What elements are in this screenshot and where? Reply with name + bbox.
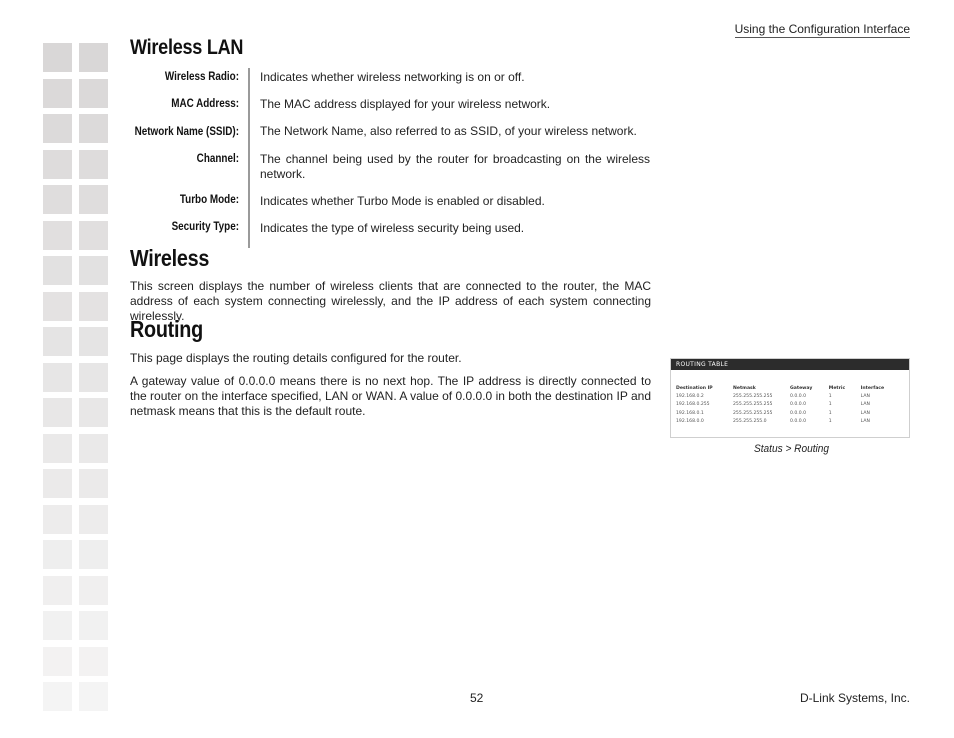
decorative-square <box>43 469 72 498</box>
decorative-square <box>79 78 108 108</box>
section-title-wireless-lan: Wireless LAN <box>130 36 244 59</box>
decorative-square <box>43 327 72 356</box>
field-label: Channel: <box>196 153 239 165</box>
page-number: 52 <box>470 691 484 705</box>
decorative-square <box>79 327 108 356</box>
routing-table-row: 192.168.0.255 255.255.255.255 0.0.0.0 1 LAN <box>676 401 904 410</box>
field-description: The MAC address displayed for your wirel… <box>260 97 551 111</box>
wireless-description: This screen displays the number of wirel… <box>130 279 651 323</box>
routing-table-row: 192.168.0.0 255.255.255.0 0.0.0.0 1 LAN <box>676 418 904 427</box>
decorative-square <box>43 220 72 250</box>
decorative-square <box>43 540 72 569</box>
figure-caption: Status > Routing <box>753 443 830 455</box>
cell-destination-ip: 192.168.0.0 <box>676 419 704 425</box>
decorative-square <box>43 291 72 321</box>
field-description: The channel being used by the router for… <box>260 152 650 181</box>
decorative-square <box>43 256 72 285</box>
decorative-square <box>79 43 108 72</box>
cell-netmask: 255.255.255.255 <box>733 402 773 408</box>
decorative-square <box>79 149 108 179</box>
decorative-square <box>43 185 72 214</box>
cell-interface: LAN <box>860 410 870 416</box>
routing-table-screenshot: ROUTING TABLE Destination IP Netmask Gat… <box>670 358 910 438</box>
field-description: The Network Name, also referred to as SS… <box>260 124 637 138</box>
footer-company: D-Link Systems, Inc. <box>799 691 910 705</box>
cell-netmask: 255.255.255.255 <box>733 410 773 416</box>
field-description: Indicates whether Turbo Mode is enabled … <box>260 194 545 208</box>
cell-interface: LAN <box>860 393 870 399</box>
cell-interface: LAN <box>860 402 870 408</box>
decorative-square <box>43 114 72 143</box>
field-label: Turbo Mode: <box>179 194 239 206</box>
decorative-square <box>79 646 108 676</box>
cell-gateway: 0.0.0.0 <box>790 402 807 408</box>
cell-interface: LAN <box>860 419 870 425</box>
cell-metric: 1 <box>828 393 832 399</box>
cell-destination-ip: 192.168.0.1 <box>676 410 704 416</box>
decorative-square <box>79 398 108 427</box>
decorative-square <box>43 398 72 427</box>
decorative-square <box>79 433 108 463</box>
decorative-square <box>79 114 108 143</box>
decorative-square <box>43 43 72 72</box>
routing-table-row: 192.168.0.1 255.255.255.255 0.0.0.0 1 LAN <box>676 409 904 418</box>
decorative-square <box>79 469 108 498</box>
running-header: Using the Configuration Interface <box>734 22 910 38</box>
routing-gateway-note: A gateway value of 0.0.0.0 means there i… <box>130 374 651 418</box>
field-label: Network Name (SSID): <box>134 126 239 138</box>
decorative-square <box>79 291 108 321</box>
cell-metric: 1 <box>828 402 832 408</box>
decorative-square <box>79 504 108 534</box>
decorative-square <box>79 575 108 605</box>
vertical-divider <box>248 68 250 248</box>
cell-gateway: 0.0.0.0 <box>790 393 807 399</box>
decorative-square <box>79 682 108 711</box>
decorative-square <box>79 362 108 392</box>
routing-table-title: ROUTING TABLE <box>671 359 909 370</box>
cell-metric: 1 <box>828 419 832 425</box>
routing-table-row: 192.168.0.2 255.255.255.255 0.0.0.0 1 LAN <box>676 392 904 401</box>
routing-description: This page displays the routing details c… <box>130 351 462 365</box>
cell-destination-ip: 192.168.0.2 <box>676 393 704 399</box>
decorative-square <box>43 78 72 108</box>
routing-table: Destination IP Netmask Gateway Metric In… <box>676 384 904 426</box>
column-header-destination-ip: Destination IP <box>676 385 713 391</box>
cell-netmask: 255.255.255.255 <box>733 393 773 399</box>
field-label: MAC Address: <box>171 98 239 110</box>
decorative-square <box>43 611 72 640</box>
decorative-square <box>43 646 72 676</box>
field-label: Wireless Radio: <box>164 71 239 83</box>
column-header-interface: Interface <box>860 385 885 391</box>
field-label: Security Type: <box>171 221 239 233</box>
section-title-wireless: Wireless <box>130 245 210 271</box>
cell-gateway: 0.0.0.0 <box>790 419 807 425</box>
decorative-square <box>43 149 72 179</box>
field-description: Indicates whether wireless networking is… <box>260 70 525 84</box>
cell-netmask: 255.255.255.0 <box>733 419 767 425</box>
decorative-square <box>43 682 72 711</box>
decorative-square <box>43 575 72 605</box>
decorative-square <box>43 362 72 392</box>
column-header-metric: Metric <box>828 385 846 391</box>
field-description: Indicates the type of wireless security … <box>260 221 525 235</box>
column-header-netmask: Netmask <box>733 385 756 391</box>
decorative-square <box>79 611 108 640</box>
cell-gateway: 0.0.0.0 <box>790 410 807 416</box>
decorative-square <box>79 185 108 214</box>
decorative-square <box>79 220 108 250</box>
section-title-routing: Routing <box>130 316 203 342</box>
decorative-square <box>79 540 108 569</box>
decorative-square <box>43 433 72 463</box>
column-header-gateway: Gateway <box>790 385 813 391</box>
decorative-square <box>79 256 108 285</box>
cell-destination-ip: 192.168.0.255 <box>676 402 710 408</box>
decorative-square <box>43 504 72 534</box>
cell-metric: 1 <box>828 410 832 416</box>
routing-table-header-row: Destination IP Netmask Gateway Metric In… <box>676 384 904 392</box>
